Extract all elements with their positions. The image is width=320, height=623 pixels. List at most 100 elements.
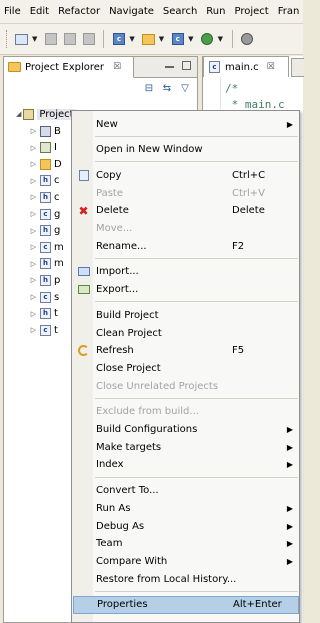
- c-file-icon: c: [40, 241, 51, 253]
- editor-tab-next[interactable]: [291, 58, 304, 77]
- menu-edit[interactable]: Edit: [26, 0, 54, 24]
- menu-item-import[interactable]: Import...: [73, 263, 299, 281]
- menu-item-label: Move...: [96, 223, 133, 234]
- project-explorer-title: Project Explorer: [25, 61, 105, 73]
- menu-navigate[interactable]: Navigate: [105, 0, 159, 24]
- menu-item-label: Properties: [97, 599, 148, 611]
- menu-item-build-configurations[interactable]: Build Configurations ▶: [73, 421, 299, 439]
- project-explorer-tab[interactable]: Project Explorer ☒: [4, 57, 134, 78]
- menu-item-label: Close Unrelated Projects: [96, 380, 219, 392]
- menu-window[interactable]: Fran: [274, 0, 305, 24]
- new-icon[interactable]: [13, 31, 30, 48]
- menu-item-index[interactable]: Index ▶: [73, 456, 299, 474]
- toolbar-grip[interactable]: [6, 30, 9, 48]
- menu-item-shortcut: F2: [232, 240, 245, 252]
- menu-item-rename[interactable]: Rename... F2: [73, 237, 299, 255]
- new-dropdown-icon[interactable]: ▼: [32, 35, 37, 43]
- link-with-editor-icon[interactable]: ⇆: [161, 83, 173, 95]
- menu-search[interactable]: Search: [159, 0, 202, 24]
- tree-item-label: t: [54, 308, 58, 320]
- expand-icon[interactable]: ◢: [16, 110, 21, 118]
- c-project-icon[interactable]: c: [110, 31, 127, 48]
- h-file-icon: h: [40, 191, 51, 203]
- menu-run[interactable]: Run: [202, 0, 230, 24]
- maximize-icon[interactable]: [182, 61, 191, 70]
- menu-item-label: Build Project: [96, 309, 159, 321]
- tree-project-row[interactable]: ◢ Project_1: [16, 106, 76, 122]
- menu-item-make-targets[interactable]: Make targets ▶: [73, 438, 299, 456]
- close-icon[interactable]: ☒: [267, 62, 275, 72]
- menu-item-refresh[interactable]: Refresh F5: [73, 342, 299, 360]
- new-folder-icon[interactable]: [140, 31, 157, 48]
- menu-item-delete[interactable]: ✖ Delete Delete: [73, 202, 299, 220]
- menu-item-team[interactable]: Team ▶: [73, 535, 299, 553]
- editor-tab-main-c[interactable]: c main.c ☒: [203, 56, 289, 77]
- run-icon[interactable]: [199, 31, 216, 48]
- view-menu-icon[interactable]: ▽: [179, 83, 191, 95]
- menu-item-new[interactable]: New ▶: [73, 115, 299, 133]
- export-icon: [77, 284, 90, 296]
- tree-item-label: I: [54, 142, 57, 154]
- menu-bar: File Edit Refactor Navigate Search Run P…: [0, 0, 303, 24]
- expand-icon[interactable]: ▷: [29, 177, 38, 185]
- menu-item-properties[interactable]: Properties Alt+Enter: [73, 595, 299, 614]
- menu-item-restore-from-local-history[interactable]: Restore from Local History...: [73, 570, 299, 588]
- run-dropdown-icon[interactable]: ▼: [218, 35, 223, 43]
- expand-icon[interactable]: ▷: [29, 210, 38, 218]
- expand-icon[interactable]: ▷: [29, 293, 38, 301]
- close-icon[interactable]: ☒: [113, 62, 121, 72]
- includes-icon: [40, 142, 51, 154]
- menu-item-close-project[interactable]: Close Project: [73, 359, 299, 377]
- save-icon[interactable]: [42, 31, 59, 48]
- c-source-dropdown-icon[interactable]: ▼: [188, 35, 193, 43]
- menu-item-run-as[interactable]: Run As ▶: [73, 499, 299, 517]
- submenu-arrow-icon: ▶: [286, 442, 293, 452]
- expand-icon[interactable]: ▷: [29, 227, 38, 235]
- expand-icon[interactable]: ▷: [29, 127, 38, 135]
- menu-item-convert-to[interactable]: Convert To...: [73, 482, 299, 500]
- c-source-icon[interactable]: c: [169, 31, 186, 48]
- submenu-arrow-icon: ▶: [286, 425, 293, 434]
- expand-icon[interactable]: ▷: [29, 260, 38, 268]
- h-file-icon: h: [40, 175, 51, 187]
- code-line[interactable]: /*: [225, 82, 238, 95]
- tree-item-label: g: [54, 225, 61, 237]
- menu-item-debug-as[interactable]: Debug As ▶: [73, 517, 299, 535]
- menu-item-clean-project[interactable]: Clean Project: [73, 324, 299, 342]
- submenu-arrow-icon: ▶: [286, 521, 293, 531]
- submenu-arrow-icon: ▶: [286, 460, 293, 470]
- menu-item-compare-with[interactable]: Compare With ▶: [73, 552, 299, 570]
- menu-item-label: Index: [96, 459, 124, 471]
- menu-item-shortcut: Ctrl+C: [232, 169, 266, 181]
- menu-item-open-in-new-window[interactable]: Open in New Window: [73, 141, 299, 159]
- menu-separator: [95, 161, 298, 163]
- delete-icon: ✖: [78, 203, 89, 218]
- menu-item-label: Restore from Local History...: [96, 573, 237, 585]
- menu-project[interactable]: Project: [230, 0, 273, 24]
- binary-icon[interactable]: [80, 31, 97, 48]
- minimize-icon[interactable]: [165, 66, 174, 68]
- menu-file[interactable]: File: [0, 0, 26, 24]
- expand-icon[interactable]: ▷: [29, 160, 38, 168]
- menu-refactor[interactable]: Refactor: [54, 0, 105, 24]
- menu-item-build-project[interactable]: Build Project: [73, 306, 299, 324]
- editor-tab-title: main.c: [225, 61, 259, 73]
- search-icon[interactable]: [239, 31, 256, 48]
- expand-icon[interactable]: ▷: [29, 144, 38, 152]
- menu-item-label: Refresh: [96, 345, 134, 357]
- print-icon[interactable]: [61, 31, 78, 48]
- menu-item-label: New: [96, 118, 118, 130]
- h-file-icon: h: [40, 225, 51, 237]
- expand-icon[interactable]: ▷: [29, 276, 38, 284]
- expand-icon[interactable]: ▷: [29, 310, 38, 318]
- collapse-all-icon[interactable]: ⊟: [143, 83, 155, 95]
- expand-icon[interactable]: ▷: [29, 243, 38, 251]
- menu-item-label: Export...: [96, 284, 139, 296]
- expand-icon[interactable]: ▷: [29, 326, 38, 334]
- expand-icon[interactable]: ▷: [29, 193, 38, 201]
- c-project-dropdown-icon[interactable]: ▼: [129, 35, 134, 43]
- menu-item-export[interactable]: Export...: [73, 281, 299, 299]
- menu-item-copy[interactable]: Copy Ctrl+C: [73, 166, 299, 184]
- new-folder-dropdown-icon[interactable]: ▼: [159, 35, 164, 43]
- submenu-arrow-icon: ▶: [286, 556, 293, 566]
